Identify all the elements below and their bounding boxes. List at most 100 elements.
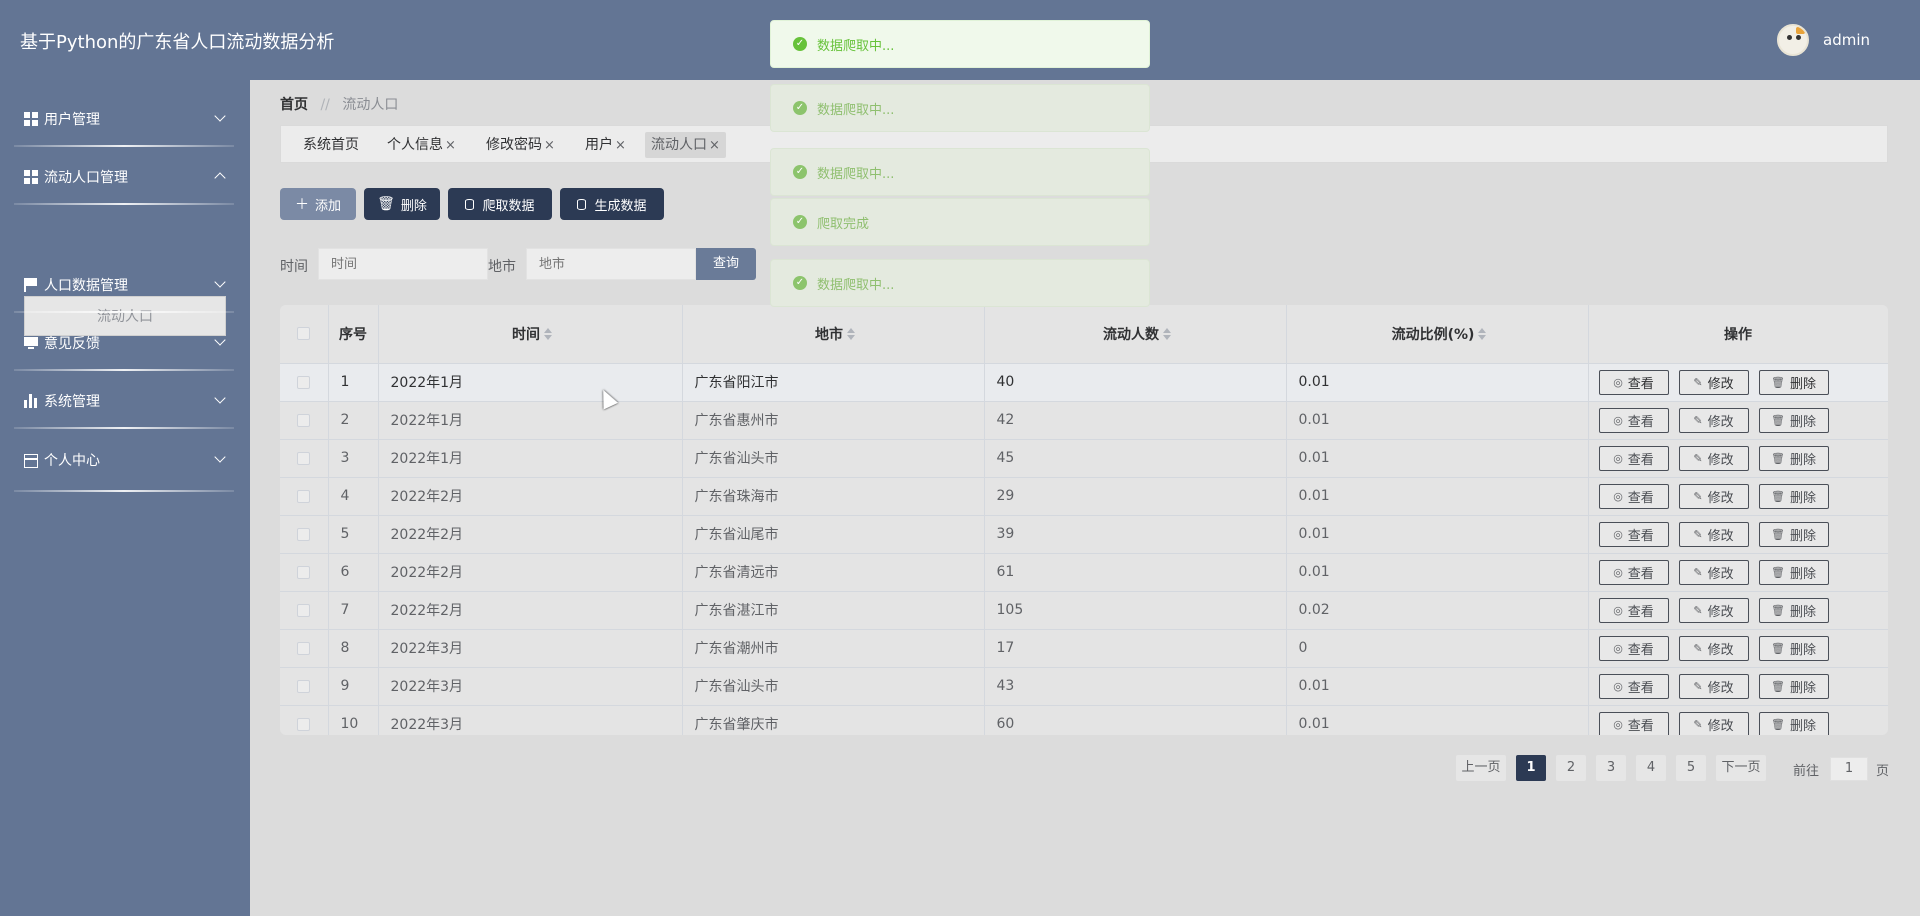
row-checkbox[interactable] [297, 717, 311, 731]
tab-system-home[interactable]: 系统首页 [297, 132, 365, 158]
row-checkbox[interactable] [297, 603, 311, 617]
row-delete-button[interactable]: 🗑 删除 [1758, 521, 1829, 547]
row-delete-button[interactable]: 🗑 删除 [1758, 559, 1829, 585]
row-delete-button[interactable]: 🗑 删除 [1758, 635, 1829, 661]
table-row[interactable]: 10 2022年3月 广东省肇庆市 60 0.01 ◎ 查看 ✎ 修改 🗑 删除 [280, 705, 1888, 735]
sidebar-item-user-management[interactable]: 用户管理 [14, 99, 234, 139]
edit-button[interactable]: ✎ 修改 [1678, 559, 1749, 585]
prev-page-button[interactable]: 上一页 [1456, 755, 1506, 781]
row-checkbox-cell[interactable] [280, 515, 329, 554]
row-checkbox-cell[interactable] [280, 629, 329, 668]
table-row[interactable]: 6 2022年2月 广东省清远市 61 0.01 ◎ 查看 ✎ 修改 🗑 删除 [280, 553, 1888, 592]
table-row[interactable]: 7 2022年2月 广东省湛江市 105 0.02 ◎ 查看 ✎ 修改 🗑 删除 [280, 591, 1888, 630]
table-row[interactable]: 5 2022年2月 广东省汕尾市 39 0.01 ◎ 查看 ✎ 修改 🗑 删除 [280, 515, 1888, 554]
view-button[interactable]: ◎ 查看 [1598, 635, 1669, 661]
table-row[interactable]: 4 2022年2月 广东省珠海市 29 0.01 ◎ 查看 ✎ 修改 🗑 删除 [280, 477, 1888, 516]
row-delete-button[interactable]: 🗑 删除 [1758, 407, 1829, 433]
row-checkbox-cell[interactable] [280, 553, 329, 592]
sidebar-item-feedback[interactable]: 意见反馈 [14, 323, 234, 363]
column-header-time[interactable]: 时间 [378, 305, 683, 364]
close-icon[interactable]: × [445, 138, 456, 153]
breadcrumb-home[interactable]: 首页 [280, 97, 308, 113]
row-checkbox-cell[interactable] [280, 477, 329, 516]
row-checkbox-cell[interactable] [280, 591, 329, 630]
close-icon[interactable]: × [615, 138, 626, 153]
next-page-button[interactable]: 下一页 [1716, 755, 1766, 781]
table-row[interactable]: 9 2022年3月 广东省汕头市 43 0.01 ◎ 查看 ✎ 修改 🗑 删除 [280, 667, 1888, 706]
page-number-3[interactable]: 3 [1596, 755, 1626, 781]
edit-button[interactable]: ✎ 修改 [1678, 711, 1749, 735]
row-delete-button[interactable]: 🗑 删除 [1758, 711, 1829, 735]
page-number-1[interactable]: 1 [1516, 755, 1546, 781]
time-search-input[interactable] [318, 248, 488, 280]
row-delete-button[interactable]: 🗑 删除 [1758, 369, 1829, 395]
row-checkbox[interactable] [297, 641, 311, 655]
table-row[interactable]: 2 2022年1月 广东省惠州市 42 0.01 ◎ 查看 ✎ 修改 🗑 删除 [280, 401, 1888, 440]
close-icon[interactable]: × [709, 138, 720, 153]
column-header-city[interactable]: 地市 [682, 305, 985, 364]
tab-personal-info[interactable]: 个人信息 × [381, 132, 462, 158]
tab-users[interactable]: 用户 × [579, 132, 632, 158]
row-checkbox-cell[interactable] [280, 401, 329, 440]
table-row[interactable]: 3 2022年1月 广东省汕头市 45 0.01 ◎ 查看 ✎ 修改 🗑 删除 [280, 439, 1888, 478]
add-button[interactable]: ＋ 添加 [280, 188, 356, 220]
view-button[interactable]: ◎ 查看 [1598, 597, 1669, 623]
edit-button[interactable]: ✎ 修改 [1678, 597, 1749, 623]
edit-button[interactable]: ✎ 修改 [1678, 445, 1749, 471]
user-menu[interactable]: admin [1777, 24, 1870, 56]
page-number-4[interactable]: 4 [1636, 755, 1666, 781]
edit-button[interactable]: ✎ 修改 [1678, 483, 1749, 509]
view-button[interactable]: ◎ 查看 [1598, 483, 1669, 509]
view-button[interactable]: ◎ 查看 [1598, 369, 1669, 395]
goto-page-input[interactable]: 1 [1830, 757, 1868, 781]
edit-button[interactable]: ✎ 修改 [1678, 407, 1749, 433]
row-checkbox-cell[interactable] [280, 363, 329, 402]
row-delete-button[interactable]: 🗑 删除 [1758, 673, 1829, 699]
generate-data-button[interactable]: 生成数据 [560, 188, 664, 220]
row-checkbox[interactable] [297, 413, 311, 427]
column-header-count[interactable]: 流动人数 [984, 305, 1287, 364]
row-checkbox[interactable] [297, 375, 311, 389]
username[interactable]: admin [1823, 31, 1870, 49]
table-row[interactable]: 8 2022年3月 广东省潮州市 17 0 ◎ 查看 ✎ 修改 🗑 删除 [280, 629, 1888, 668]
sidebar-item-system-management[interactable]: 系统管理 [14, 381, 234, 421]
close-icon[interactable]: × [544, 138, 555, 153]
row-checkbox[interactable] [297, 527, 311, 541]
row-delete-button[interactable]: 🗑 删除 [1758, 445, 1829, 471]
edit-button[interactable]: ✎ 修改 [1678, 369, 1749, 395]
row-checkbox[interactable] [297, 489, 311, 503]
row-delete-button[interactable]: 🗑 删除 [1758, 483, 1829, 509]
row-checkbox[interactable] [297, 679, 311, 693]
view-button[interactable]: ◎ 查看 [1598, 445, 1669, 471]
row-checkbox-cell[interactable] [280, 667, 329, 706]
page-number-2[interactable]: 2 [1556, 755, 1586, 781]
column-header-ratio[interactable]: 流动比例(%) [1286, 305, 1589, 364]
row-delete-button[interactable]: 🗑 删除 [1758, 597, 1829, 623]
avatar[interactable] [1777, 24, 1809, 56]
sidebar-item-personal-center[interactable]: 个人中心 [14, 440, 234, 480]
page-number-5[interactable]: 5 [1676, 755, 1706, 781]
tab-change-password[interactable]: 修改密码 × [480, 132, 561, 158]
query-button[interactable]: 查询 [696, 248, 756, 280]
row-checkbox-cell[interactable] [280, 439, 329, 478]
row-checkbox[interactable] [297, 565, 311, 579]
select-all-checkbox[interactable] [297, 327, 311, 341]
view-button[interactable]: ◎ 查看 [1598, 521, 1669, 547]
view-button[interactable]: ◎ 查看 [1598, 559, 1669, 585]
select-all-checkbox-cell[interactable] [280, 305, 329, 364]
sidebar-item-floating-population-management[interactable]: 流动人口管理 [14, 157, 234, 197]
city-search-input[interactable] [526, 248, 696, 280]
sidebar-item-population-data-management[interactable]: 人口数据管理 [14, 265, 234, 305]
crawl-data-button[interactable]: 爬取数据 [448, 188, 552, 220]
row-checkbox[interactable] [297, 451, 311, 465]
row-checkbox-cell[interactable] [280, 705, 329, 735]
view-button[interactable]: ◎ 查看 [1598, 673, 1669, 699]
view-button[interactable]: ◎ 查看 [1598, 407, 1669, 433]
table-row[interactable]: 1 2022年1月 广东省阳江市 40 0.01 ◎ 查看 ✎ 修改 🗑 删除 [280, 363, 1888, 402]
edit-button[interactable]: ✎ 修改 [1678, 635, 1749, 661]
tab-floating-population[interactable]: 流动人口 × [645, 132, 726, 158]
view-button[interactable]: ◎ 查看 [1598, 711, 1669, 735]
edit-button[interactable]: ✎ 修改 [1678, 521, 1749, 547]
edit-button[interactable]: ✎ 修改 [1678, 673, 1749, 699]
delete-button[interactable]: 🗑 删除 [364, 188, 440, 220]
